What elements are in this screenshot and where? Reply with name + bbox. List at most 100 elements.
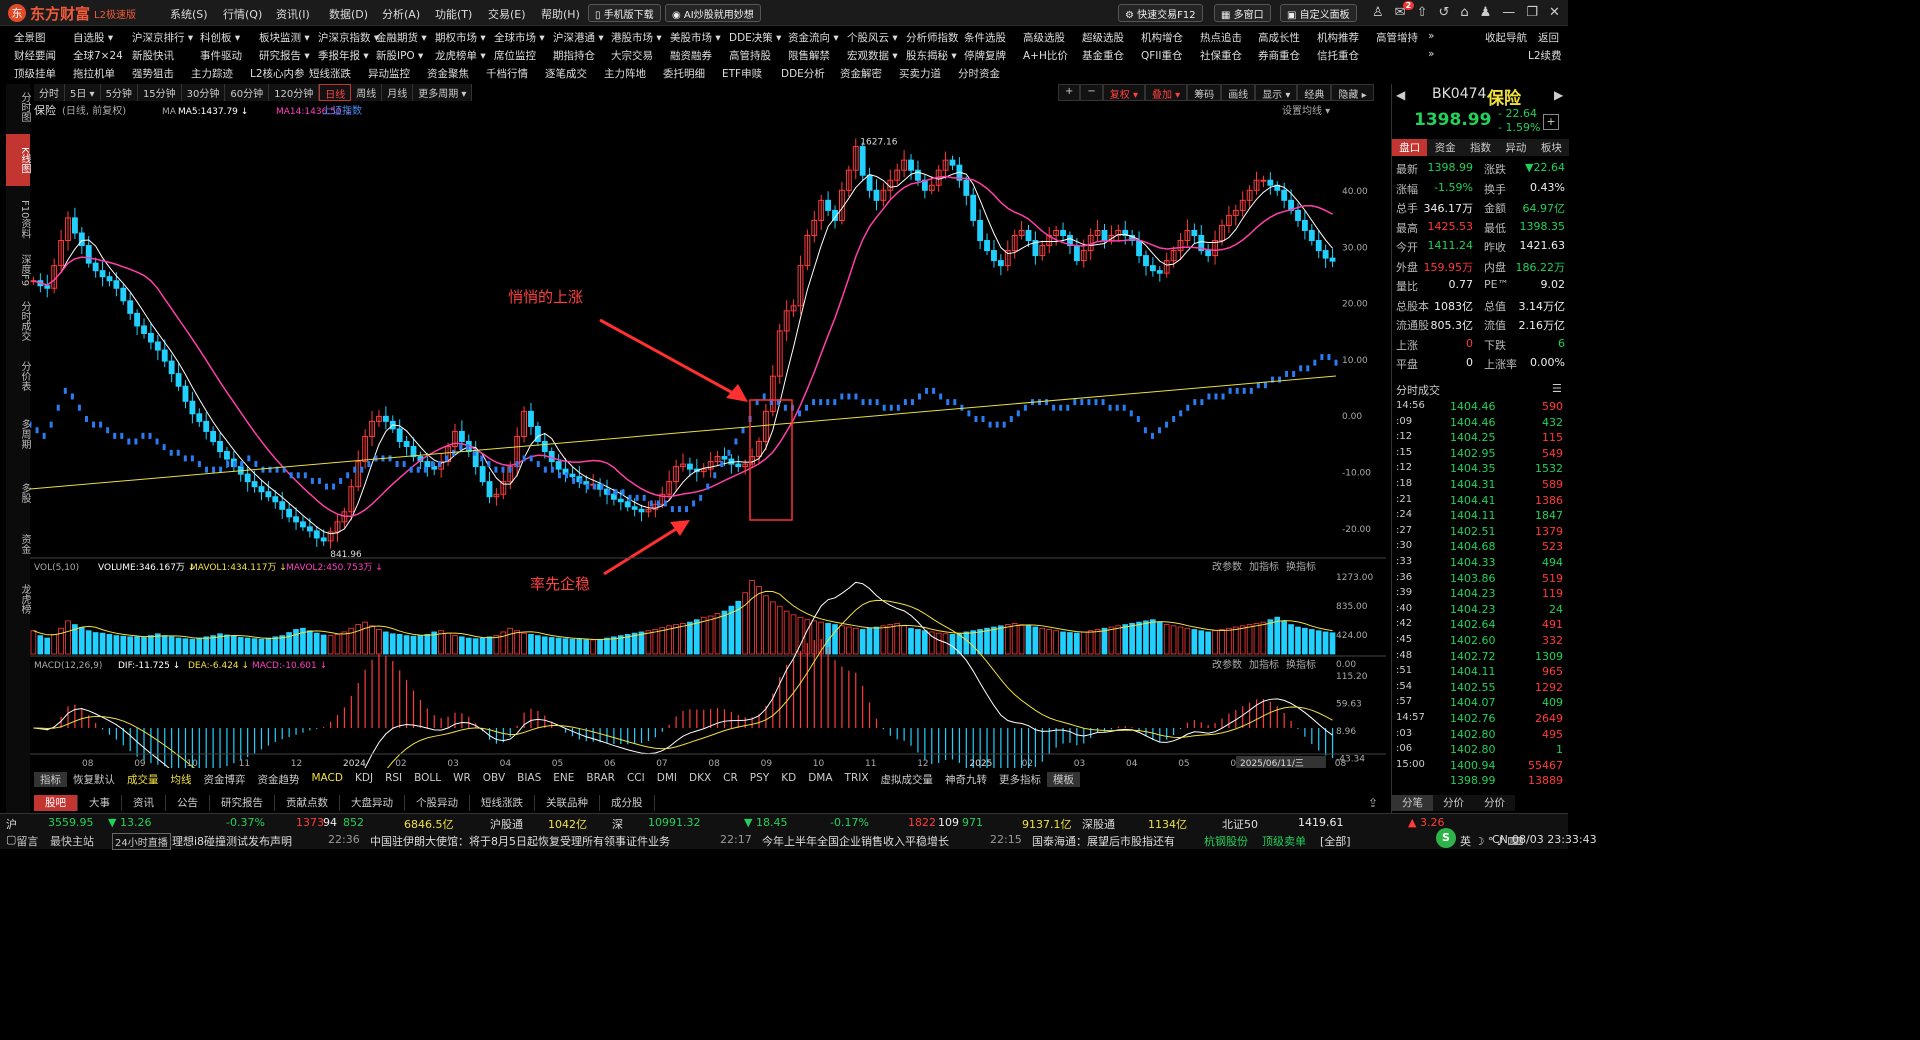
nav-item[interactable]: 机构增仓 [1141,30,1183,45]
menu-help[interactable]: 帮助(H) [541,6,594,22]
timeframe-0[interactable]: 分时 [34,84,65,101]
custom-panel-button[interactable]: ▣ 自定义面板 [1280,4,1357,22]
close-icon[interactable]: ✕ [1549,5,1560,20]
input-method-icon[interactable]: S [1436,828,1456,848]
sidebar-tab-4[interactable]: 分时成交 [6,296,30,346]
sidebar-tab-0[interactable]: 分时图 [6,84,30,130]
nav-item[interactable]: DDE决策 ▾ [729,30,781,45]
nav-item[interactable]: 席位监控 [494,48,536,63]
ai-button[interactable]: ◉ AI炒股就用妙想 [665,4,761,22]
quote-tab-4[interactable]: 板块 [1533,139,1570,156]
nav-item[interactable]: QFII重仓 [1141,48,1183,63]
nav-item[interactable]: 社保重仓 [1200,48,1242,63]
ticks-expand-icon[interactable]: ☰ [1552,382,1562,395]
timeframe-1[interactable]: 5日 ▾ [65,84,101,101]
nav-item[interactable]: 分析师指数 [906,30,959,45]
indicator-tab-22[interactable]: TRIX [839,772,875,787]
nav-item[interactable]: 收起导航 [1485,30,1527,45]
quote-tab-1[interactable]: 资金 [1427,139,1463,156]
info-tab-6[interactable]: 大盘异动 [340,795,405,811]
menu-analysis[interactable]: 分析(A) [382,6,435,22]
sidebar-tab-1[interactable]: K线图 [6,134,30,186]
indicator-tab-9[interactable]: BOLL [408,772,447,787]
indicator-tab-19[interactable]: PSY [744,772,775,787]
nav-item[interactable]: 拖拉机单 [73,66,115,81]
nav-item[interactable]: 全景图 [14,30,46,45]
sidebar-tab-8[interactable]: 资金 [6,524,30,564]
quote-tab-3[interactable]: 异动 [1498,139,1534,156]
nav-item[interactable]: 超级选股 [1082,30,1124,45]
timeframe-10[interactable]: 更多周期 ▾ [413,84,473,101]
mail-icon[interactable]: ✉ 2 [1395,1,1415,20]
nav-item[interactable]: 强势狙击 [132,66,174,81]
indicator-tab-11[interactable]: OBV [477,772,511,787]
message-button[interactable]: ▢ 留言 [6,833,38,848]
nav-item[interactable]: 美股市场 ▾ [670,30,721,45]
nav-item[interactable]: 热点追击 [1200,30,1242,45]
chart-tool-8[interactable]: 隐藏 ▸ [1331,84,1374,101]
chart-tool-4[interactable]: 筹码 [1187,84,1222,101]
news-item-3[interactable]: 国泰海通：展望后市股指还有 [1032,833,1175,849]
nav-item[interactable]: 资金流向 ▾ [788,30,839,45]
timeframe-2[interactable]: 5分钟 [100,84,138,101]
info-tab-1[interactable]: 大事 [78,795,122,811]
info-tab-7[interactable]: 个股异动 [405,795,470,811]
indicator-tab-18[interactable]: CR [717,772,744,787]
indicator-tab-12[interactable]: BIAS [511,772,547,787]
vol-panel-btn[interactable]: 加指标 [1249,560,1279,573]
info-tab-8[interactable]: 短线涨跌 [470,795,535,811]
indicator-tab-16[interactable]: DMI [651,772,683,787]
nav-item[interactable]: 龙虎榜单 ▾ [435,48,486,63]
nav-item[interactable]: 股东揭秘 ▾ [906,48,957,63]
indicator-tab-0[interactable]: 指标 [34,772,67,787]
nav-item[interactable]: » [1428,30,1434,42]
next-arrow-icon[interactable]: ▶ [1554,88,1563,102]
nav-item[interactable]: 短线涨跌 [309,66,351,81]
nav-item[interactable]: DDE分析 [781,66,825,81]
nav-item[interactable]: 高管增持 [1376,30,1418,45]
kline-chart-area[interactable]: 保险 (日线, 前复权) MA MA5:1437.79 ↓ MA14:1436.50 ↓… [30,102,1386,768]
nav-item[interactable]: 主力踪迹 [191,66,233,81]
export-icon[interactable]: ⇪ [1368,796,1378,810]
vol-panel-btn[interactable]: 换指标 [1286,560,1316,573]
nav-item[interactable]: 板块监测 ▾ [259,30,310,45]
ticks-tab-0[interactable]: 分笔 [1392,795,1433,811]
nav-item[interactable]: 高成长性 [1258,30,1300,45]
nav-item[interactable]: 停牌复牌 [964,48,1006,63]
macd-panel-btn[interactable]: 换指标 [1286,658,1316,671]
skin-icon[interactable]: ♟ [1480,5,1492,20]
nav-item[interactable]: 研究报告 ▾ [259,48,310,63]
nav-item[interactable]: 沪深京指数 ▾ [318,30,379,45]
quote-tab-2[interactable]: 指数 [1462,139,1499,156]
nav-item[interactable]: 限售解禁 [788,48,830,63]
nav-item[interactable]: 条件选股 [964,30,1006,45]
ticks-tab-2[interactable]: 分价 [1474,795,1515,811]
indicator-tab-1[interactable]: 恢复默认 [67,772,121,787]
nav-item[interactable]: 委托明细 [663,66,705,81]
vol-panel-btn[interactable]: 改参数 [1212,560,1242,573]
nav-item[interactable]: ETF申赎 [722,66,762,81]
menu-info[interactable]: 资讯(I) [276,6,329,22]
up-icon[interactable]: ⇧ [1417,5,1428,20]
indicator-tab-5[interactable]: 资金趋势 [252,772,306,787]
nav-item[interactable]: 融资融券 [670,48,712,63]
nav-item[interactable]: 异动监控 [368,66,410,81]
indicator-tab-26[interactable]: 模板 [1047,772,1081,787]
nav-item[interactable]: 顶级挂单 [14,66,56,81]
nav-item[interactable]: 券商重仓 [1258,48,1300,63]
timeframe-5[interactable]: 60分钟 [225,84,270,101]
menu-system[interactable]: 系统(S) [170,6,223,22]
restore-icon[interactable]: ❐ [1526,5,1538,20]
quote-tab-0[interactable]: 盘口 [1392,139,1428,156]
nav-item[interactable]: 港股市场 ▾ [611,30,662,45]
info-tab-2[interactable]: 资讯 [122,795,166,811]
news-item-1[interactable]: 中国驻伊朗大使馆：将于8月5日起恢复受理所有领事证件业务 [370,833,670,849]
info-tab-5[interactable]: 贡献点数 [275,795,340,811]
nav-item[interactable]: 季报年报 ▾ [318,48,369,63]
live-24h-tag[interactable]: 24小时直播 [112,833,171,850]
sidebar-tab-2[interactable]: F10资料 [6,196,30,242]
undo-icon[interactable]: ↺ [1438,5,1449,20]
nav-item[interactable]: 沪深京排行 ▾ [132,30,193,45]
chart-tool-7[interactable]: 经典 [1297,84,1332,101]
info-tab-4[interactable]: 研究报告 [210,795,275,811]
